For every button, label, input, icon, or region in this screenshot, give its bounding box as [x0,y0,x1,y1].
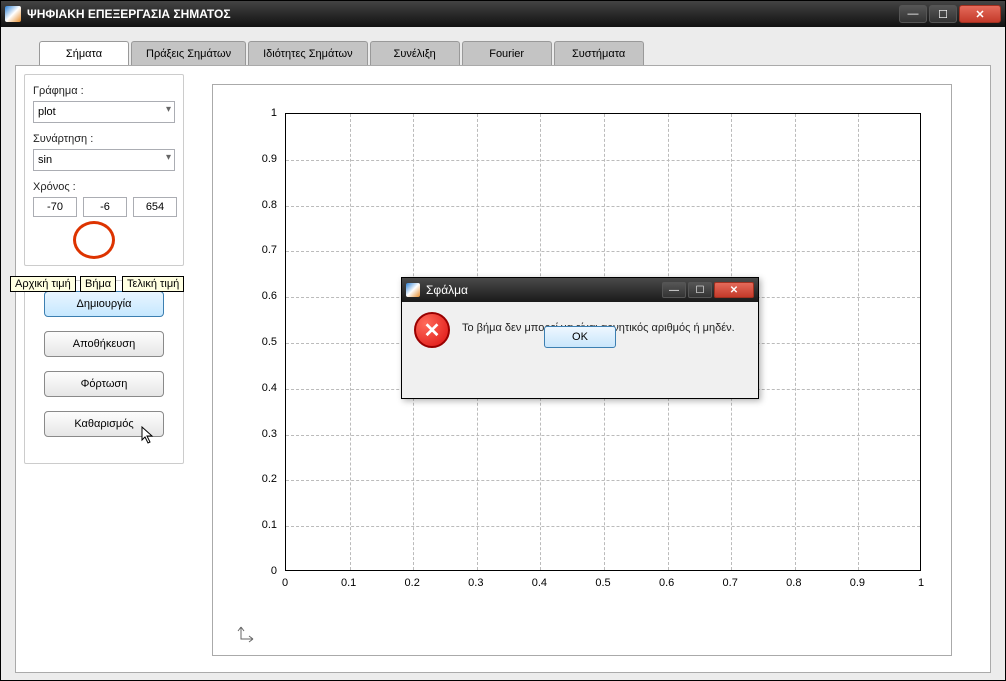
error-icon [414,312,450,348]
tooltip-start: Αρχική τιμή [10,276,76,292]
tab-signals[interactable]: Σήματα [39,41,129,66]
tab-operations[interactable]: Πράξεις Σημάτων [131,41,246,66]
y-tick-label: 1 [247,107,277,119]
x-tick-label: 0.7 [723,577,738,589]
x-tick-label: 0.2 [405,577,420,589]
load-button[interactable]: Φόρτωση [44,371,164,397]
time-start-input[interactable] [33,197,77,217]
window-title: ΨΗΦΙΑΚΗ ΕΠΕΞΕΡΓΑΣΙΑ ΣΗΜΑΤΟΣ [27,7,231,21]
params-group: Γράφημα : Συνάρτηση : Χρόνος : [24,74,184,266]
tab-strip: Σήματα Πράξεις Σημάτων Ιδιότητες Σημάτων… [39,41,991,66]
x-tick-label: 1 [918,577,924,589]
function-label: Συνάρτηση : [33,133,175,145]
matlab-icon [406,283,420,297]
y-tick-label: 0.4 [247,382,277,394]
create-button[interactable]: Δημιουργία [44,291,164,317]
minimize-button[interactable] [899,5,927,23]
x-tick-label: 0.6 [659,577,674,589]
tab-convolution[interactable]: Συνέλιξη [370,41,460,66]
tooltip-step: Βήμα [80,276,116,292]
save-button[interactable]: Αποθήκευση [44,331,164,357]
clear-button[interactable]: Καθαρισμός [44,411,164,437]
dialog-maximize-button[interactable] [688,282,712,298]
gridline-h [286,251,920,252]
x-tick-label: 0.5 [595,577,610,589]
x-tick-label: 0.9 [850,577,865,589]
tab-fourier[interactable]: Fourier [462,41,552,66]
y-tick-label: 0.6 [247,290,277,302]
dialog-title: Σφάλμα [426,283,468,297]
y-tick-label: 0.2 [247,473,277,485]
axes-origin-icon [237,623,257,643]
main-window: ΨΗΦΙΑΚΗ ΕΠΕΞΕΡΓΑΣΙΑ ΣΗΜΑΤΟΣ Σήματα Πράξε… [0,0,1006,681]
tab-properties[interactable]: Ιδιότητες Σημάτων [248,41,368,66]
y-tick-label: 0.3 [247,428,277,440]
error-dialog: Σφάλμα Το βήμα δεν μπορεί να είναι αρνητ… [401,277,759,399]
tooltip-end: Τελική τιμή [122,276,184,292]
y-tick-label: 0.1 [247,519,277,531]
gridline-h [286,160,920,161]
x-tick-label: 0.1 [341,577,356,589]
time-label: Χρόνος : [33,181,175,193]
x-tick-label: 0.8 [786,577,801,589]
graph-select[interactable] [33,101,175,123]
gridline-v [795,114,796,570]
gridline-h [286,526,920,527]
gridline-h [286,206,920,207]
graph-label: Γράφημα : [33,85,175,97]
ok-button[interactable]: OK [544,326,616,348]
dialog-close-button[interactable] [714,282,754,298]
dialog-minimize-button[interactable] [662,282,686,298]
dialog-titlebar[interactable]: Σφάλμα [402,278,758,302]
y-tick-label: 0.5 [247,336,277,348]
tab-systems[interactable]: Συστήματα [554,41,644,66]
gridline-v [350,114,351,570]
titlebar[interactable]: ΨΗΦΙΑΚΗ ΕΠΕΞΕΡΓΑΣΙΑ ΣΗΜΑΤΟΣ [1,1,1005,27]
x-tick-label: 0.3 [468,577,483,589]
gridline-h [286,480,920,481]
gridline-h [286,435,920,436]
y-tick-label: 0.7 [247,244,277,256]
y-tick-label: 0.8 [247,199,277,211]
maximize-button[interactable] [929,5,957,23]
gridline-v [858,114,859,570]
x-tick-label: 0.4 [532,577,547,589]
close-button[interactable] [959,5,1001,23]
y-tick-label: 0.9 [247,153,277,165]
matlab-icon [5,6,21,22]
y-tick-label: 0 [247,565,277,577]
x-tick-label: 0 [282,577,288,589]
time-end-input[interactable] [133,197,177,217]
function-select[interactable] [33,149,175,171]
time-step-input[interactable] [83,197,127,217]
actions-group: Δημιουργία Αποθήκευση Φόρτωση Καθαρισμός [24,280,184,464]
